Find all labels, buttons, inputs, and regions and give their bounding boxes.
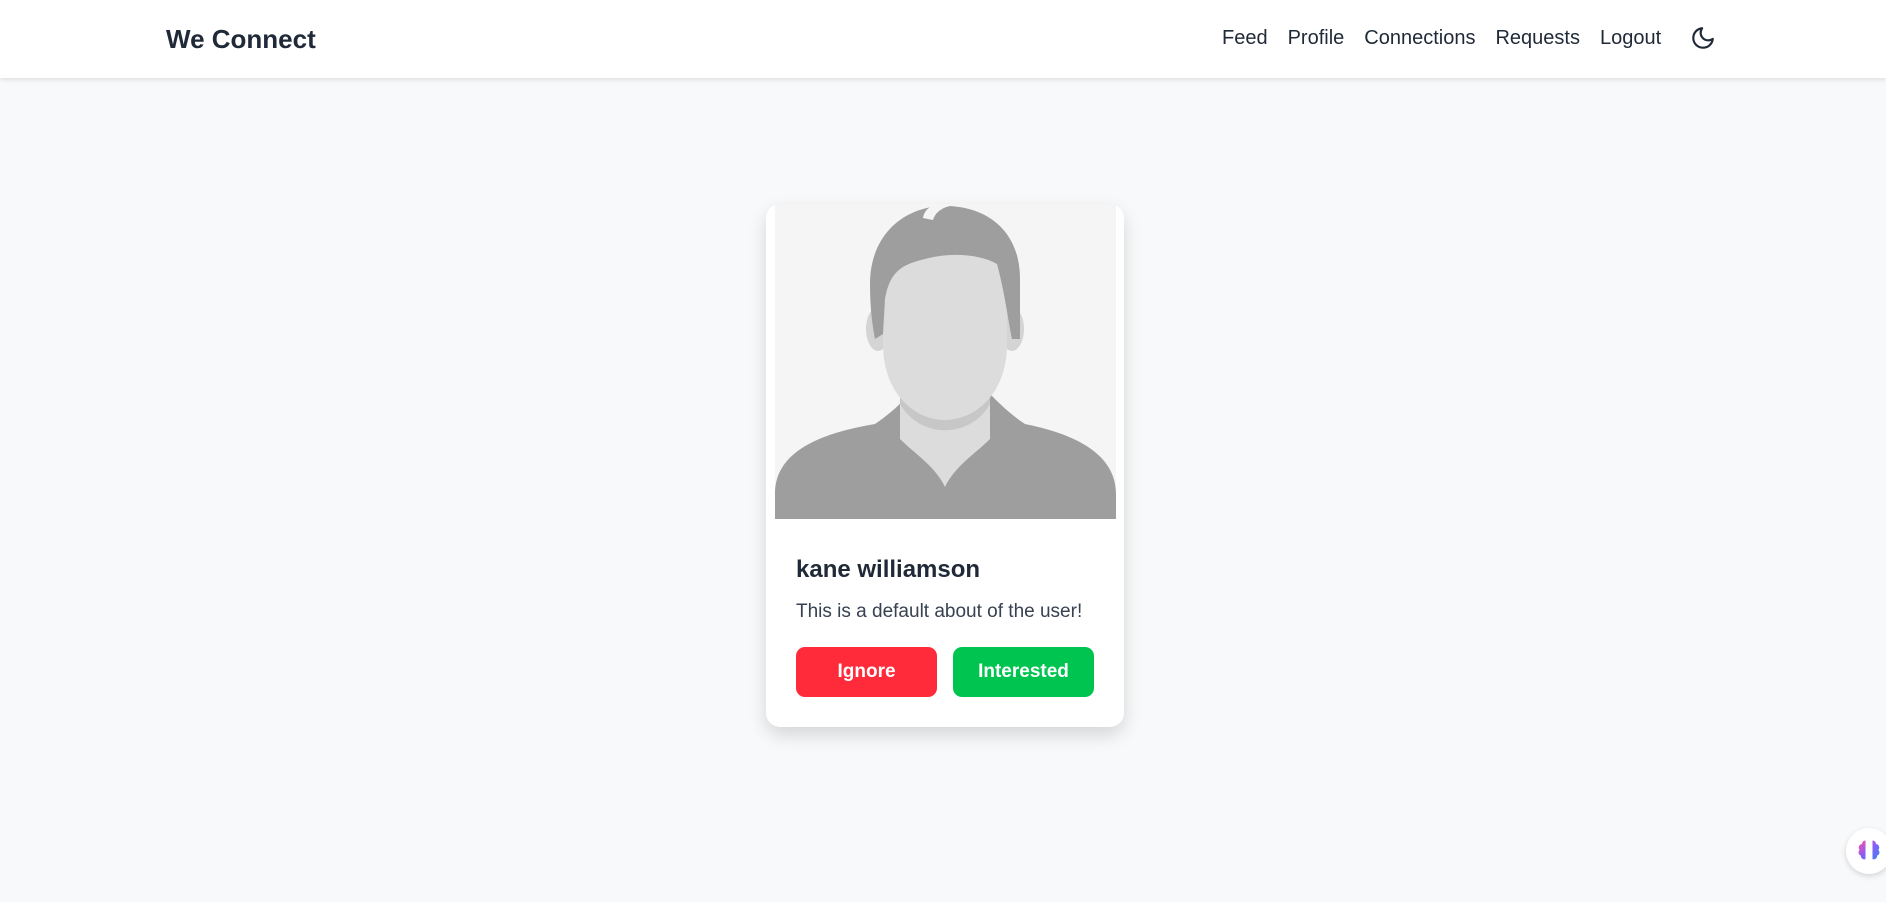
brain-icon xyxy=(1858,840,1880,860)
navbar: We Connect Feed Profile Connections Requ… xyxy=(0,0,1886,78)
nav-link-connections[interactable]: Connections xyxy=(1364,27,1475,50)
nav-links: Feed Profile Connections Requests Logout xyxy=(1222,27,1661,50)
interested-button[interactable]: Interested xyxy=(953,647,1094,697)
nav-link-requests[interactable]: Requests xyxy=(1495,27,1580,50)
nav-link-feed[interactable]: Feed xyxy=(1222,27,1268,50)
user-name: kane williamson xyxy=(796,556,981,583)
default-user-avatar-icon xyxy=(775,204,1116,519)
theme-toggle-button[interactable] xyxy=(1690,25,1716,51)
brand-logo[interactable]: We Connect xyxy=(166,24,316,55)
user-avatar xyxy=(775,204,1116,519)
user-about: This is a default about of the user! xyxy=(796,601,1083,622)
moon-icon xyxy=(1692,27,1714,49)
ignore-button[interactable]: Ignore xyxy=(796,647,937,697)
nav-link-logout[interactable]: Logout xyxy=(1600,27,1661,50)
user-card: kane williamson This is a default about … xyxy=(766,204,1124,727)
nav-link-profile[interactable]: Profile xyxy=(1288,27,1345,50)
floating-assistant-button[interactable] xyxy=(1846,828,1886,874)
